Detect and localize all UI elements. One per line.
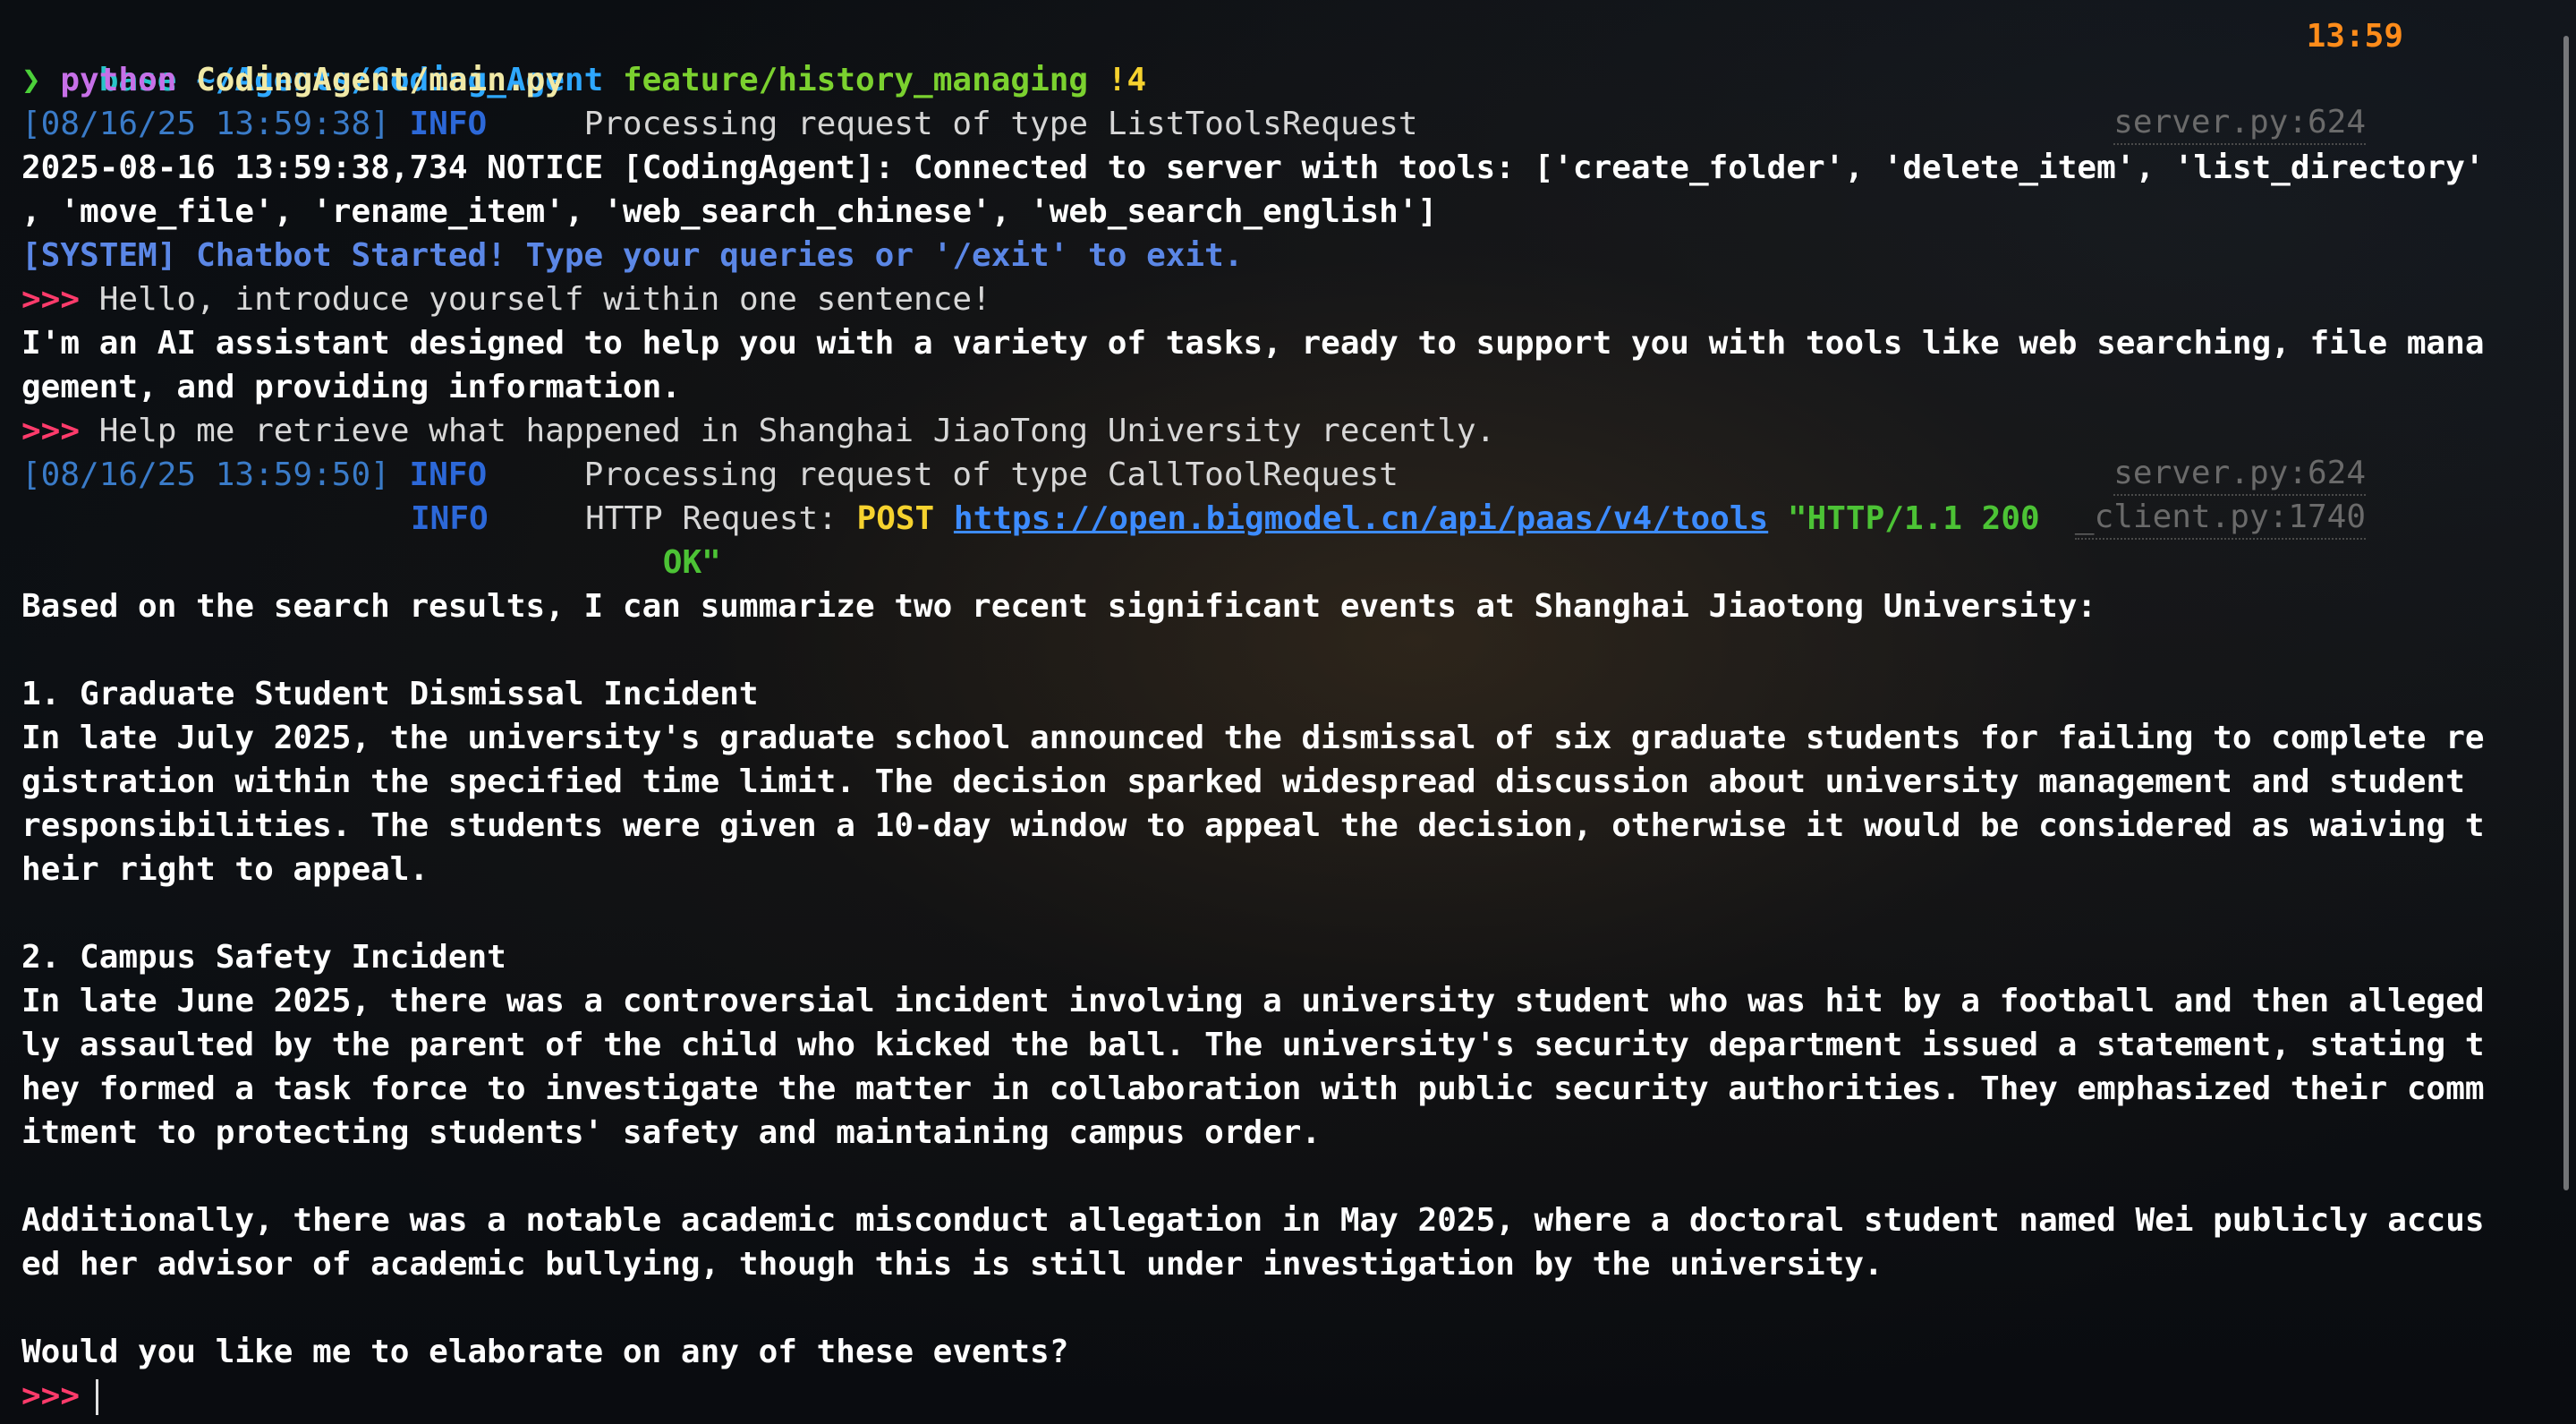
- user-query: >>> Hello, introduce yourself within one…: [21, 277, 2527, 321]
- assistant-reply-line: hey formed a task force to investigate t…: [21, 1070, 2485, 1107]
- assistant-reply-line: Based on the search results, I can summa…: [21, 588, 2097, 625]
- assistant-reply-line: [21, 1155, 2527, 1198]
- assistant-reply-line: gement, and providing information.: [21, 369, 681, 405]
- system-message: [SYSTEM] Chatbot Started! Type your quer…: [21, 237, 1244, 274]
- log-line: [08/16/25 13:59:38] INFO Processing requ…: [21, 102, 2527, 146]
- command-bin: python: [60, 62, 177, 98]
- log-source: _client.py:1740: [2074, 497, 2366, 540]
- repl-chevron-icon: >>>: [21, 281, 81, 318]
- http-log-line: INFO HTTP Request: POST https://open.big…: [21, 497, 2527, 541]
- assistant-reply-line: heir right to appeal.: [21, 851, 429, 888]
- log-message: Processing request of type ListToolsRequ…: [583, 106, 1418, 142]
- assistant-reply-line: [21, 891, 2527, 935]
- prompt-arrow-icon: ❯: [21, 62, 41, 98]
- http-status: "HTTP/1.1 200: [1787, 500, 2040, 537]
- assistant-reply-line: ly assaulted by the parent of the child …: [21, 1027, 2485, 1063]
- notice-line: 2025-08-16 13:59:38,734 NOTICE [CodingAg…: [21, 149, 2485, 186]
- assistant-reply-line: I'm an AI assistant designed to help you…: [21, 325, 2485, 362]
- terminal-output: base ~/Agents/Coding_Agent feature/histo…: [21, 14, 2527, 1415]
- scrollbar[interactable]: [2563, 36, 2569, 1190]
- assistant-reply-line: itment to protecting students' safety an…: [21, 1114, 1322, 1151]
- http-log-line-cont: OK": [21, 541, 2527, 584]
- repl-chevron-icon: >>>: [21, 413, 81, 449]
- command-line: ❯ python CodingAgent/main.py: [21, 58, 2527, 102]
- assistant-reply-line: [21, 628, 2527, 672]
- http-status-cont: OK": [662, 544, 721, 581]
- log-level: INFO: [409, 106, 488, 142]
- log-message: Processing request of type CallToolReque…: [583, 456, 1399, 493]
- assistant-reply-line: ed her advisor of academic bullying, tho…: [21, 1246, 1883, 1283]
- http-method: POST: [856, 500, 935, 537]
- assistant-reply-line: gistration within the specified time lim…: [21, 763, 2465, 800]
- assistant-reply-line: 2. Campus Safety Incident: [21, 939, 506, 976]
- log-timestamp: [08/16/25 13:59:38]: [21, 106, 390, 142]
- assistant-reply-line: In late June 2025, there was a controver…: [21, 983, 2485, 1019]
- log-level: INFO: [411, 500, 489, 537]
- http-url-link[interactable]: https://open.bigmodel.cn/api/paas/v4/too…: [954, 500, 1768, 537]
- command-arg: CodingAgent/main.py: [196, 62, 565, 98]
- shell-prompt: base ~/Agents/Coding_Agent feature/histo…: [21, 14, 2527, 98]
- text-cursor: [96, 1379, 99, 1415]
- user-query-text: Help me retrieve what happened in Shangh…: [98, 413, 1496, 449]
- log-line: [08/16/25 13:59:50] INFO Processing requ…: [21, 453, 2527, 497]
- log-level: INFO: [409, 456, 488, 493]
- assistant-reply-line: [21, 1286, 2527, 1330]
- assistant-reply-line: 1. Graduate Student Dismissal Incident: [21, 676, 759, 712]
- prompt-time: 13:59: [2306, 18, 2403, 55]
- repl-chevron-icon: >>>: [21, 1377, 81, 1414]
- log-source: server.py:624: [2113, 453, 2366, 496]
- http-prefix: HTTP Request:: [585, 500, 857, 537]
- log-timestamp: [08/16/25 13:59:50]: [21, 456, 390, 493]
- user-query-text: Hello, introduce yourself within one sen…: [98, 281, 991, 318]
- notice-line-cont: , 'move_file', 'rename_item', 'web_searc…: [21, 193, 1438, 230]
- assistant-reply-line: Would you like me to elaborate on any of…: [21, 1334, 1069, 1370]
- assistant-reply-line: responsibilities. The students were give…: [21, 807, 2485, 844]
- assistant-reply-line: In late July 2025, the university's grad…: [21, 720, 2485, 756]
- user-query: >>> Help me retrieve what happened in Sh…: [21, 409, 2527, 453]
- repl-input-line[interactable]: >>>: [21, 1374, 2527, 1418]
- log-source: server.py:624: [2113, 102, 2366, 145]
- assistant-reply-line: Additionally, there was a notable academ…: [21, 1202, 2485, 1239]
